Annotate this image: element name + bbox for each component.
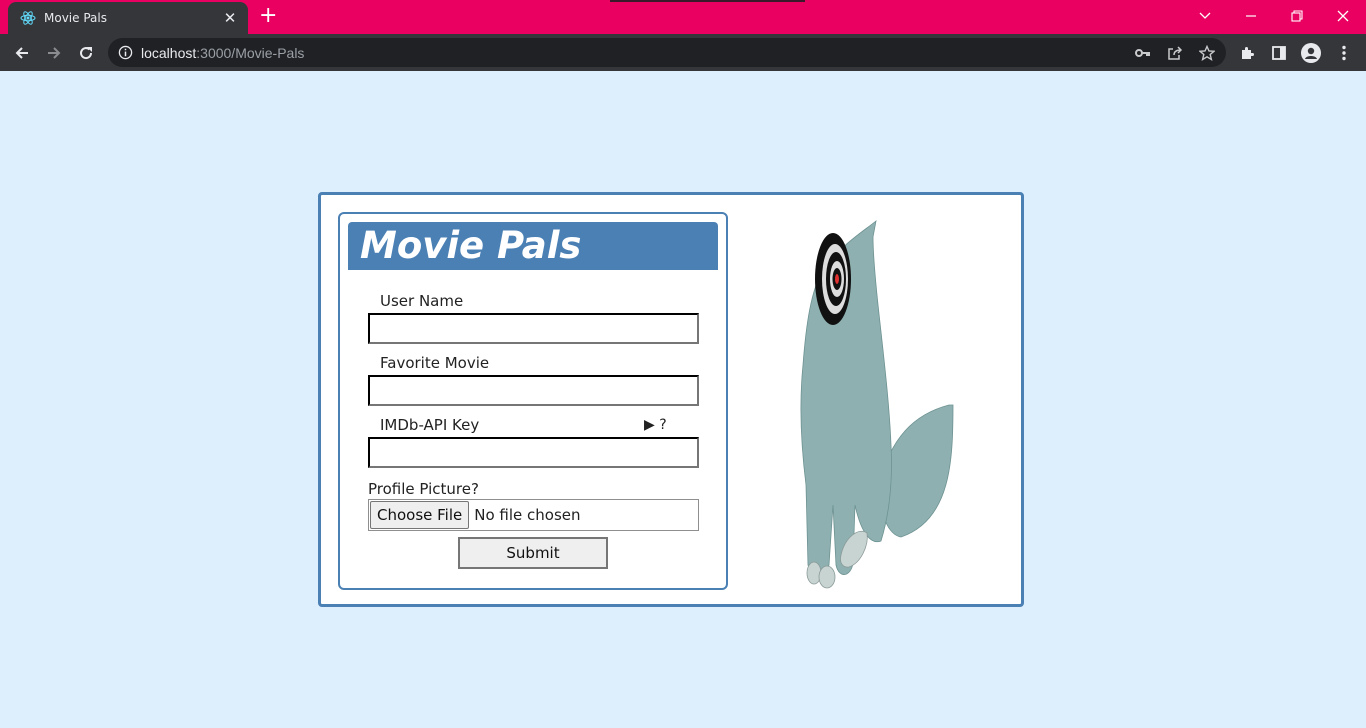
- address-bar[interactable]: localhost:3000/Movie-Pals: [108, 38, 1226, 67]
- reload-icon[interactable]: [73, 40, 99, 66]
- api-key-label: IMDb-API Key: [380, 416, 480, 434]
- profile-picture-label: Profile Picture?: [368, 480, 479, 498]
- signup-form: Movie Pals User Name Favorite Movie IMDb…: [338, 212, 728, 590]
- favorite-movie-input[interactable]: [368, 375, 699, 406]
- tab-title: Movie Pals: [44, 11, 107, 25]
- side-panel-icon[interactable]: [1266, 40, 1292, 66]
- browser-tab[interactable]: Movie Pals ✕: [8, 2, 248, 34]
- url-path: :3000/Movie-Pals: [196, 44, 305, 61]
- extensions-icon[interactable]: [1234, 40, 1260, 66]
- menu-icon[interactable]: [1331, 40, 1357, 66]
- file-status-text: No file chosen: [474, 506, 581, 524]
- back-icon[interactable]: [9, 40, 35, 66]
- star-icon[interactable]: [1198, 44, 1216, 62]
- browser-toolbar: localhost:3000/Movie-Pals: [0, 34, 1366, 71]
- plus-icon[interactable]: +: [259, 5, 277, 27]
- close-icon[interactable]: ✕: [222, 9, 238, 27]
- tab-strip: Movie Pals ✕ +: [0, 0, 1366, 34]
- user-name-label: User Name: [380, 292, 464, 310]
- submit-button[interactable]: Submit: [458, 537, 608, 569]
- key-icon[interactable]: [1134, 44, 1152, 62]
- url-host: localhost: [141, 44, 197, 61]
- choose-file-button[interactable]: Choose File: [370, 501, 470, 529]
- minimize-icon[interactable]: [1236, 4, 1266, 28]
- restore-icon[interactable]: [1282, 4, 1312, 28]
- user-name-input[interactable]: [368, 313, 699, 344]
- profile-icon[interactable]: [1298, 40, 1324, 66]
- url-text[interactable]: localhost:3000/Movie-Pals: [141, 45, 304, 61]
- profile-picture-file-input[interactable]: Choose File No file chosen: [368, 499, 699, 531]
- api-key-input[interactable]: [368, 437, 699, 468]
- window-close-icon[interactable]: [1328, 4, 1358, 28]
- favorite-movie-label: Favorite Movie: [380, 354, 490, 372]
- react-favicon-icon: [20, 10, 36, 26]
- forward-icon[interactable]: [41, 40, 67, 66]
- tab-strip-accent: [610, 0, 805, 2]
- share-icon[interactable]: [1166, 44, 1184, 62]
- api-key-help-toggle[interactable]: ▶ ?: [644, 417, 667, 433]
- signup-card: Movie Pals User Name Favorite Movie IMDb…: [318, 192, 1024, 607]
- info-icon[interactable]: [118, 45, 133, 60]
- cat-illustration: [800, 220, 954, 589]
- app-title: Movie Pals: [348, 222, 718, 270]
- chevron-down-icon[interactable]: [1190, 4, 1220, 28]
